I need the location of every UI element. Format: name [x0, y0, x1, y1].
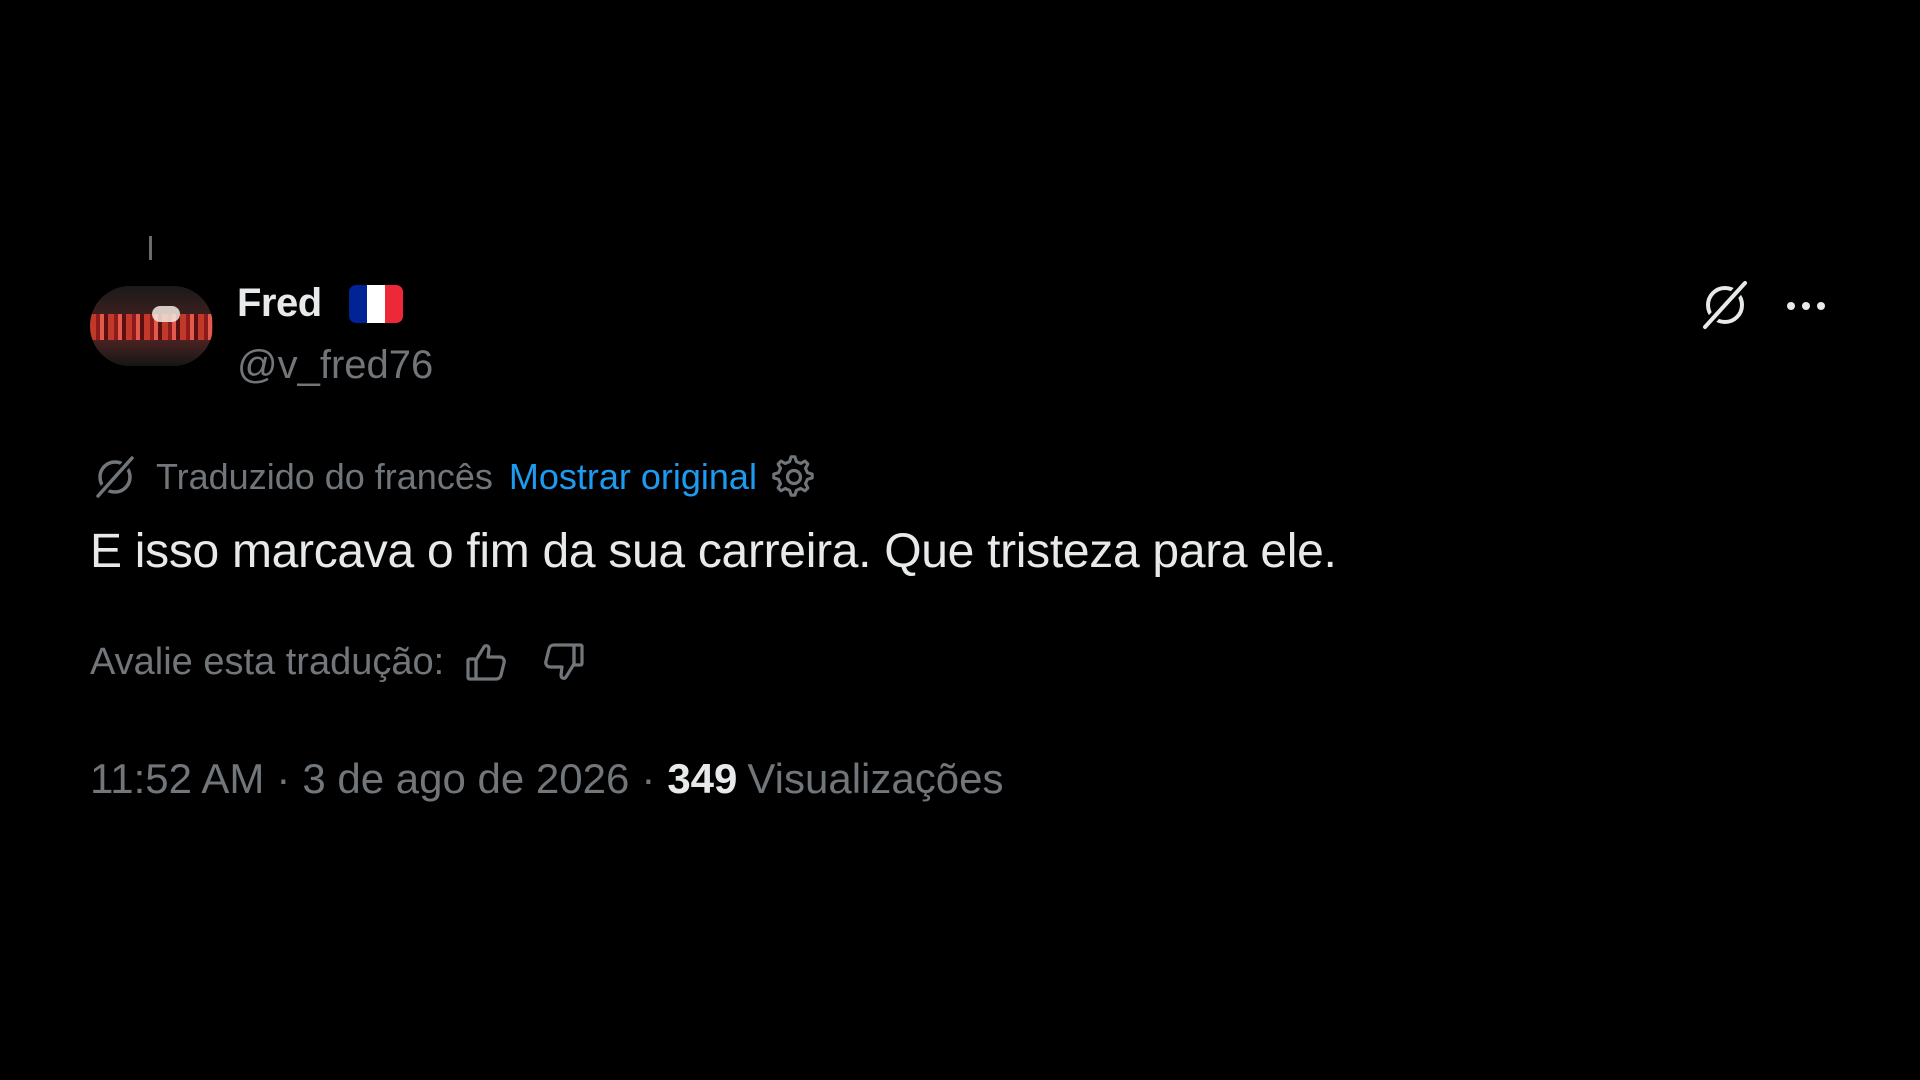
- grok-icon: [90, 452, 140, 502]
- grok-icon[interactable]: [1696, 276, 1754, 334]
- meta-separator: ·: [641, 755, 656, 802]
- tweet-text: E isso marcava o fim da sua carreira. Qu…: [90, 525, 1337, 578]
- tweet-date[interactable]: 3 de ago de 2026: [302, 755, 629, 803]
- avatar[interactable]: [90, 286, 213, 366]
- avatar-image-band: [90, 286, 213, 314]
- rate-translation-row: Avalie esta tradução:: [90, 636, 588, 688]
- views-label[interactable]: Visualizações: [747, 755, 1003, 803]
- avatar-image-band: [90, 314, 213, 340]
- rate-translation-label: Avalie esta tradução:: [90, 640, 445, 683]
- thumbs-up-icon[interactable]: [462, 637, 512, 687]
- more-options-icon[interactable]: [1782, 286, 1830, 326]
- meta-separator: ·: [276, 755, 291, 802]
- thumbs-down-icon[interactable]: [538, 637, 588, 687]
- tweet-time[interactable]: 11:52 AM: [90, 755, 264, 803]
- tweet-meta-row: 11:52 AM · 3 de ago de 2026 · 349 Visual…: [90, 752, 1003, 806]
- avatar-image-highlight: [152, 306, 180, 322]
- author-display-name[interactable]: Fred: [237, 278, 322, 328]
- views-count[interactable]: 349: [667, 755, 737, 803]
- author-handle[interactable]: @v_fred76: [237, 340, 433, 390]
- flag-stripe-blue: [349, 285, 367, 323]
- translated-from-label: Traduzido do francês: [156, 456, 493, 497]
- thread-connector-line: [149, 236, 152, 260]
- avatar-image-band: [90, 340, 213, 366]
- france-flag-icon: [349, 285, 403, 323]
- flag-stripe-white: [367, 285, 385, 323]
- translation-info-row: Traduzido do francês Mostrar original: [90, 452, 817, 502]
- show-original-link[interactable]: Mostrar original: [509, 456, 757, 498]
- gear-icon[interactable]: [771, 454, 817, 500]
- flag-stripe-red: [385, 285, 403, 323]
